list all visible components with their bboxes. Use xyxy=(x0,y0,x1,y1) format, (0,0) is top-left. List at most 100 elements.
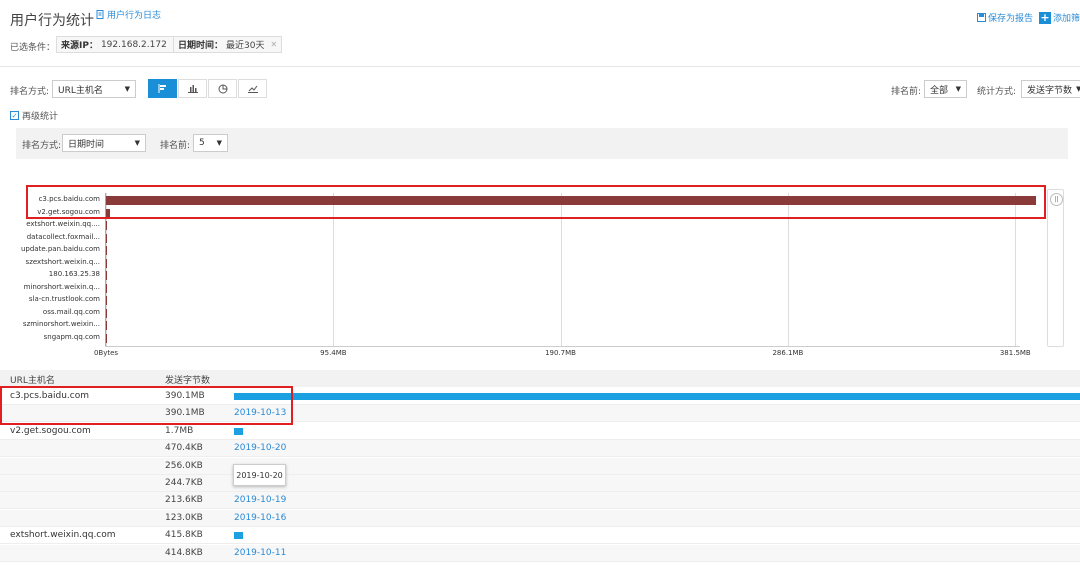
bytes-cell: 213.6KB xyxy=(165,495,203,506)
filter-chip-source-ip[interactable]: 来源IP： 192.168.2.172 ✕ xyxy=(56,36,185,53)
caret-down-icon: ▼ xyxy=(124,85,130,93)
chart-bar[interactable] xyxy=(106,246,107,255)
save-report-button[interactable]: 保存为报告 xyxy=(976,11,1033,24)
sort-select[interactable]: URL主机名 ▼ xyxy=(52,80,136,98)
table-row[interactable]: extshort.weixin.qq.com 415.8KB xyxy=(0,527,1080,545)
table-sub-row[interactable]: 213.6KB 2019-10-19 xyxy=(0,492,1080,510)
bytes-cell: 244.7KB xyxy=(165,478,203,488)
y-category-label: sngapm.qq.com xyxy=(43,332,100,341)
top-n-select[interactable]: 全部 ▼ xyxy=(924,80,967,98)
log-link-label: 用户行为日志 xyxy=(107,11,162,21)
line-chart-button[interactable] xyxy=(238,79,267,98)
chart-bar[interactable] xyxy=(106,333,107,343)
y-category-label: extshort.weixin.qq.... xyxy=(26,220,100,228)
add-filter-button[interactable]: + 添加筛 xyxy=(1038,10,1080,24)
date-link[interactable]: 2019-10-20 xyxy=(234,443,286,453)
date-tooltip: 2019-10-20 xyxy=(233,464,286,486)
table-sub-row[interactable]: 414.8KB 2019-10-11 xyxy=(0,544,1080,562)
x-tick-label: 381.5MB xyxy=(999,349,1031,357)
bytes-cell: 470.4KB xyxy=(165,443,203,454)
chip-key: 日期时间： xyxy=(178,41,224,51)
horizontal-bar-chart-button[interactable] xyxy=(148,79,177,98)
bytes-cell: 256.0KB xyxy=(165,460,203,471)
user-behavior-log-link[interactable]: 用户行为日志 xyxy=(96,8,161,21)
top-n-label: 排名前: xyxy=(891,87,922,97)
check-icon: ✓ xyxy=(10,111,19,120)
drill-sort-label: 排名方式: xyxy=(22,141,62,151)
chart-bar[interactable] xyxy=(106,258,107,268)
host-cell: v2.get.sogou.com xyxy=(10,425,91,436)
drill-top-value: 5 xyxy=(199,138,205,148)
y-category-label: oss.mail.qq.com xyxy=(42,307,100,316)
chart-bar[interactable] xyxy=(106,221,107,230)
date-link[interactable]: 2019-10-11 xyxy=(234,548,286,558)
bytes-bar xyxy=(234,393,1080,400)
filter-chip-date[interactable]: 日期时间： 最近30天 ✕ xyxy=(173,36,283,53)
bar-chart-icon xyxy=(187,85,198,93)
bytes-bar xyxy=(234,427,244,435)
bytes-cell: 1.7MB xyxy=(165,425,194,436)
highlight-box xyxy=(26,185,1046,219)
add-filter-label: 添加筛 xyxy=(1052,14,1080,24)
chart-scrollbar[interactable] xyxy=(1047,189,1064,347)
pie-chart-icon xyxy=(218,84,227,93)
y-category-label: update.pan.baidu.com xyxy=(20,245,100,253)
sort-select-value: URL主机名 xyxy=(58,85,103,96)
drill-sort-value: 日期时间 xyxy=(68,139,105,150)
close-icon[interactable]: ✕ xyxy=(270,40,277,49)
chip-value: 最近30天 xyxy=(226,41,265,51)
chart-bar[interactable] xyxy=(106,296,107,305)
x-tick-label: 190.7MB xyxy=(545,349,576,357)
x-axis-line xyxy=(105,346,1020,347)
date-link[interactable]: 2019-10-16 xyxy=(234,513,286,523)
x-tick-label: 95.4MB xyxy=(320,349,347,357)
table-sub-row[interactable]: 256.0KB xyxy=(0,457,1080,475)
save-icon xyxy=(976,13,986,22)
host-cell: extshort.weixin.qq.com xyxy=(10,530,116,541)
plus-icon: + xyxy=(1038,10,1051,24)
drill-top-select[interactable]: 5 ▼ xyxy=(193,134,228,152)
table-sub-row[interactable]: 123.0KB 2019-10-16 xyxy=(0,509,1080,527)
chart-bar[interactable] xyxy=(106,283,107,293)
table-header xyxy=(0,370,1080,387)
y-category-label: szextshort.weixin.q... xyxy=(25,257,100,266)
page-title: 用户行为统计 xyxy=(10,13,94,29)
horizontal-bar-icon xyxy=(158,84,166,93)
drill-down-checkbox[interactable]: ✓ 再级统计 xyxy=(10,109,58,122)
caret-down-icon: ▼ xyxy=(955,85,961,93)
stat-method-value: 发送字节数 xyxy=(1027,85,1073,96)
chart-bar[interactable] xyxy=(106,321,107,330)
chip-key: 来源IP： xyxy=(61,41,98,51)
drill-sort-select[interactable]: 日期时间 ▼ xyxy=(62,134,146,152)
chart-bar[interactable] xyxy=(106,233,107,243)
y-category-label: sla-cn.trustlook.com xyxy=(28,295,100,303)
drill-down-label: 再级统计 xyxy=(22,112,59,122)
selected-filters-label: 已选条件： xyxy=(10,43,56,53)
chart-bar[interactable] xyxy=(106,271,107,280)
date-link[interactable]: 2019-10-19 xyxy=(234,495,286,505)
chip-value: 192.168.2.172 xyxy=(100,39,167,50)
caret-down-icon: ▼ xyxy=(134,139,140,147)
y-category-label: minorshort.weixin.q... xyxy=(23,282,100,291)
document-icon xyxy=(96,9,104,19)
table-sub-row[interactable]: 244.7KB2019-10-15 xyxy=(0,475,1080,492)
column-header-bytes: 发送字节数 xyxy=(165,376,211,386)
caret-down-icon: ▼ xyxy=(1076,85,1080,93)
y-category-label: datacollect.foxmail... xyxy=(26,232,100,241)
stat-method-select[interactable]: 发送字节数 ▼ xyxy=(1021,80,1080,98)
pie-chart-button[interactable] xyxy=(208,79,237,98)
vertical-bar-chart-button[interactable] xyxy=(178,79,207,98)
scroll-handle[interactable]: || xyxy=(1050,193,1063,206)
bytes-cell: 415.8KB xyxy=(165,530,203,541)
table-sub-row[interactable]: 470.4KB 2019-10-20 xyxy=(0,440,1080,458)
sort-label: 排名方式: xyxy=(10,87,50,97)
bytes-cell: 414.8KB xyxy=(165,547,203,558)
chart-type-switcher xyxy=(148,79,268,98)
caret-down-icon: ▼ xyxy=(216,139,222,147)
line-chart-icon xyxy=(247,85,258,93)
y-category-label: szminorshort.weixin... xyxy=(22,320,100,328)
bytes-bar xyxy=(234,532,244,540)
table-row[interactable]: v2.get.sogou.com 1.7MB xyxy=(0,422,1080,440)
drill-top-label: 排名前: xyxy=(160,141,191,151)
chart-bar[interactable] xyxy=(106,308,107,318)
